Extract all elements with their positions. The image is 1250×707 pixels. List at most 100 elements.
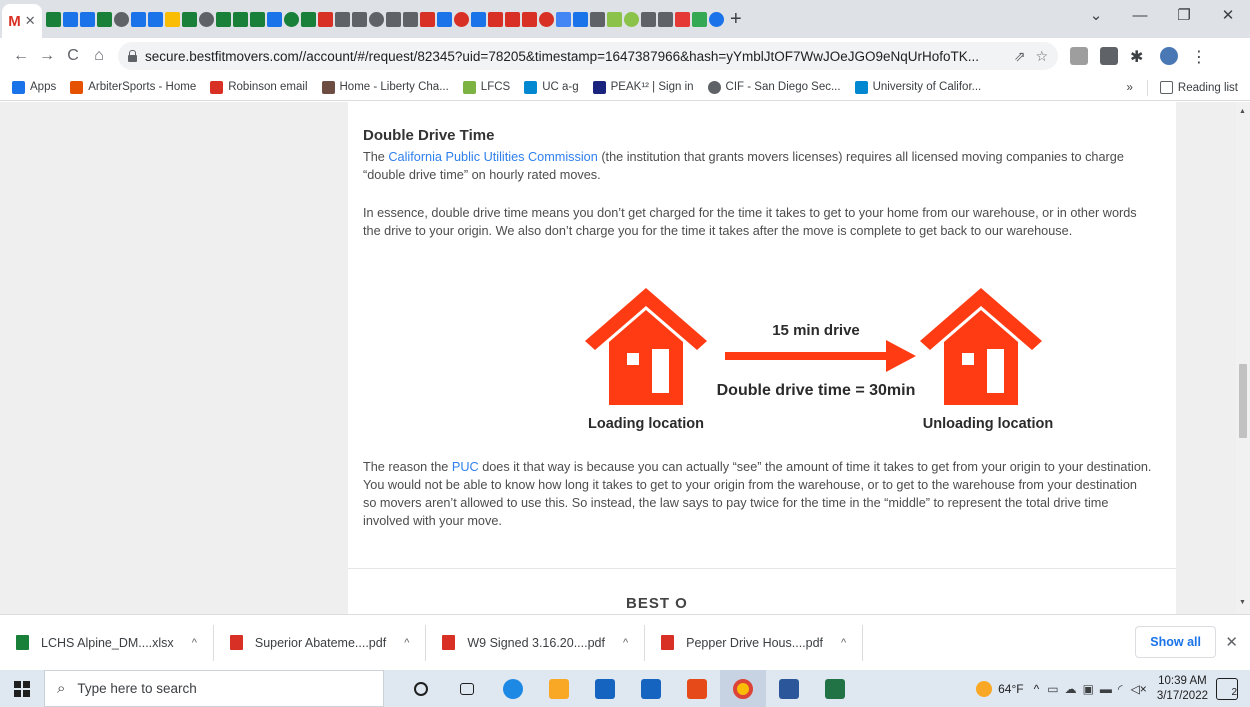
pinned-tab-favicon-icon[interactable]: [199, 11, 214, 27]
pinned-tab-favicon-icon[interactable]: [675, 11, 690, 27]
cpuc-link[interactable]: California Public Utilities Commission: [388, 150, 597, 164]
pinned-tab-favicon-icon[interactable]: [148, 11, 163, 27]
address-bar[interactable]: secure.bestfitmovers.com//account/#/requ…: [118, 42, 1058, 70]
tray-icons[interactable]: ▭☁▣▬◜: [1047, 682, 1128, 696]
taskbar-app-store[interactable]: [582, 670, 628, 707]
clock[interactable]: 10:39 AM 3/17/2022: [1157, 674, 1208, 704]
taskbar-app-word[interactable]: [766, 670, 812, 707]
bookmark-item[interactable]: Robinson email: [210, 80, 308, 94]
restore-button[interactable]: ❐: [1162, 0, 1206, 32]
task-view-button[interactable]: [444, 670, 490, 707]
tab-search-icon[interactable]: ⌄: [1074, 0, 1118, 32]
pinned-tab-favicon-icon[interactable]: [165, 11, 180, 27]
page-scrollbar[interactable]: ▲ ▼: [1236, 102, 1250, 614]
close-download-shelf-icon[interactable]: ✕: [1225, 633, 1238, 651]
taskbar-app-mail[interactable]: [628, 670, 674, 707]
chevron-up-icon[interactable]: ^: [623, 637, 628, 649]
chevron-up-icon[interactable]: ^: [192, 637, 197, 649]
pinned-tab-favicon-icon[interactable]: [97, 11, 112, 27]
scrollbar-thumb[interactable]: [1239, 364, 1247, 438]
pinned-tab-favicon-icon[interactable]: [624, 11, 639, 27]
taskbar-search-box[interactable]: ⌕ Type here to search: [44, 670, 384, 707]
taskbar-app-edge[interactable]: [490, 670, 536, 707]
pinned-tab-favicon-icon[interactable]: [301, 11, 316, 27]
pinned-tab-favicon-icon[interactable]: [454, 11, 469, 27]
weather-icon[interactable]: [976, 680, 993, 697]
pinned-tab-favicon-icon[interactable]: [216, 11, 231, 27]
bookmark-apps[interactable]: Apps: [12, 80, 56, 94]
weather-temp[interactable]: 64°F: [998, 682, 1023, 696]
pinned-tab-favicon-icon[interactable]: [420, 11, 435, 27]
new-tab-button[interactable]: +: [730, 8, 742, 31]
minimize-button[interactable]: —: [1118, 0, 1162, 32]
pinned-tab-favicon-icon[interactable]: [539, 11, 554, 27]
bookmark-item[interactable]: University of Califor...: [854, 80, 981, 94]
profile-avatar[interactable]: [1160, 47, 1178, 65]
cortana-button[interactable]: [398, 670, 444, 707]
taskbar-app-excel[interactable]: [812, 670, 858, 707]
pinned-tab-favicon-icon[interactable]: [284, 11, 299, 27]
show-all-downloads-button[interactable]: Show all: [1135, 626, 1216, 658]
pinned-tab-favicon-icon[interactable]: [471, 11, 486, 27]
pinned-tab-favicon-icon[interactable]: [437, 11, 452, 27]
extension-icon[interactable]: [1070, 47, 1088, 65]
reload-icon[interactable]: C: [60, 47, 86, 65]
more-bookmarks-button[interactable]: »: [1127, 82, 1133, 94]
bookmark-item[interactable]: UC a-g: [524, 80, 579, 94]
download-item[interactable]: Pepper Drive Hous....pdf ^: [645, 624, 864, 661]
start-button[interactable]: [0, 670, 44, 707]
pinned-tab-favicon-icon[interactable]: [590, 11, 605, 27]
bookmark-item[interactable]: CIF - San Diego Sec...: [707, 80, 841, 94]
chevron-up-icon[interactable]: ^: [841, 637, 846, 649]
volume-icon[interactable]: ◁×: [1131, 682, 1147, 696]
pinned-tab-favicon-icon[interactable]: [131, 11, 146, 27]
taskbar-app-chrome[interactable]: [720, 670, 766, 707]
puc-link[interactable]: PUC: [452, 460, 479, 474]
download-item[interactable]: LCHS Alpine_DM....xlsx ^: [0, 624, 214, 661]
lock-icon[interactable]: [128, 49, 137, 62]
forward-icon[interactable]: →: [34, 47, 60, 65]
reading-list-button[interactable]: Reading list: [1178, 82, 1238, 94]
pinned-tab-favicon-icon[interactable]: [692, 11, 707, 27]
taskbar-app-explorer[interactable]: [536, 670, 582, 707]
pinned-tab-favicon-icon[interactable]: [369, 11, 384, 27]
pinned-tab-favicon-icon[interactable]: [709, 11, 724, 27]
url-text[interactable]: secure.bestfitmovers.com//account/#/requ…: [145, 49, 1004, 64]
close-window-button[interactable]: ✕: [1206, 0, 1250, 32]
pinned-tab-favicon-icon[interactable]: [335, 11, 350, 27]
pinned-tab-favicon-icon[interactable]: [488, 11, 503, 27]
pinned-tab-favicon-icon[interactable]: [607, 11, 622, 27]
tab-gmail[interactable]: M ✕: [2, 4, 42, 38]
close-tab-icon[interactable]: ✕: [25, 13, 36, 29]
extension-icon[interactable]: [1100, 47, 1118, 65]
bookmark-item[interactable]: PEAK¹² | Sign in: [592, 80, 694, 94]
taskbar-app-office[interactable]: [674, 670, 720, 707]
download-item[interactable]: Superior Abateme....pdf ^: [214, 624, 427, 661]
chevron-up-icon[interactable]: ^: [404, 637, 409, 649]
puzzle-icon[interactable]: ✱: [1130, 47, 1148, 66]
pinned-tab-favicon-icon[interactable]: [80, 11, 95, 27]
pinned-tab-favicon-icon[interactable]: [233, 11, 248, 27]
pinned-tab-favicon-icon[interactable]: [250, 11, 265, 27]
share-icon[interactable]: ⇗: [1014, 48, 1026, 65]
pinned-tab-favicon-icon[interactable]: [46, 11, 61, 27]
pinned-tab-favicon-icon[interactable]: [403, 11, 418, 27]
pinned-tab-favicon-icon[interactable]: [522, 11, 537, 27]
show-hidden-icons-icon[interactable]: ^: [1034, 682, 1040, 696]
bookmark-item[interactable]: Home - Liberty Cha...: [321, 80, 449, 94]
pinned-tab-favicon-icon[interactable]: [114, 11, 129, 27]
pinned-tab-favicon-icon[interactable]: [318, 11, 333, 27]
scroll-down-icon[interactable]: ▼: [1239, 599, 1246, 606]
bookmark-star-icon[interactable]: ☆: [1035, 48, 1048, 65]
home-icon[interactable]: ⌂: [86, 47, 112, 65]
pinned-tab-favicon-icon[interactable]: [386, 11, 401, 27]
back-icon[interactable]: ←: [8, 47, 34, 65]
pinned-tab-favicon-icon[interactable]: [63, 11, 78, 27]
bookmark-item[interactable]: ArbiterSports - Home: [70, 80, 196, 94]
pinned-tab-favicon-icon[interactable]: [556, 11, 571, 27]
pinned-tab-favicon-icon[interactable]: [573, 11, 588, 27]
bookmark-item[interactable]: LFCS: [462, 80, 510, 94]
pinned-tab-favicon-icon[interactable]: [182, 11, 197, 27]
pinned-tab-favicon-icon[interactable]: [658, 11, 673, 27]
scroll-up-icon[interactable]: ▲: [1239, 108, 1246, 115]
